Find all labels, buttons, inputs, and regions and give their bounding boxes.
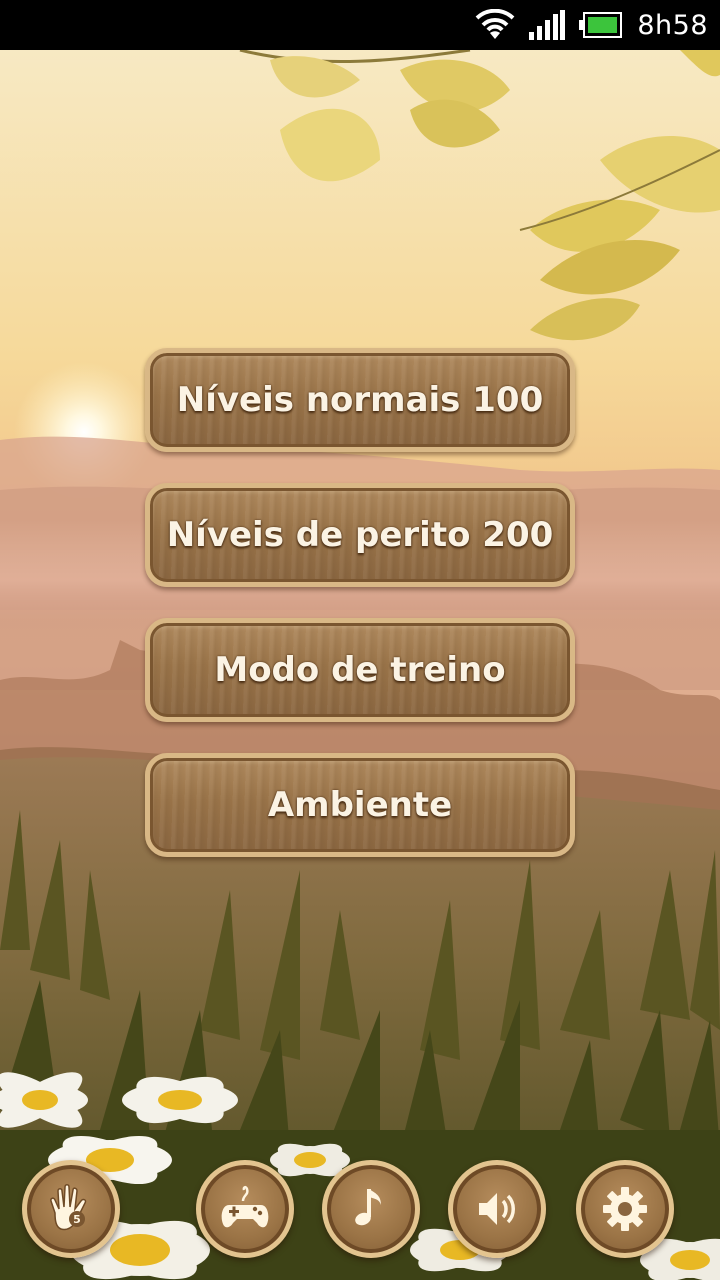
hand-button[interactable]: 5: [22, 1160, 120, 1258]
sound-button[interactable]: [448, 1160, 546, 1258]
settings-button[interactable]: [576, 1160, 674, 1258]
training-mode-label: Modo de treino: [214, 650, 506, 690]
svg-text:5: 5: [73, 1213, 81, 1226]
status-bar: 8h58: [0, 0, 720, 50]
music-button[interactable]: [322, 1160, 420, 1258]
battery-icon: [579, 12, 623, 38]
speaker-icon: [479, 1193, 515, 1225]
training-mode-button[interactable]: Modo de treino: [145, 618, 575, 722]
wifi-icon: [475, 9, 515, 39]
signal-icon: [529, 10, 566, 40]
normal-levels-label: Níveis normais 100: [176, 380, 544, 420]
hand-icon: 5: [50, 1184, 87, 1231]
normal-levels-button[interactable]: Níveis normais 100: [145, 348, 575, 452]
games-button[interactable]: [196, 1160, 294, 1258]
gamepad-icon: [221, 1185, 269, 1228]
ambience-button[interactable]: Ambiente: [145, 753, 575, 857]
music-note-icon: [355, 1189, 381, 1226]
expert-levels-label: Níveis de perito 200: [166, 515, 554, 555]
expert-levels-button[interactable]: Níveis de perito 200: [145, 483, 575, 587]
status-time: 8h58: [637, 9, 708, 41]
gear-icon: [603, 1187, 647, 1231]
ambience-label: Ambiente: [267, 785, 453, 825]
